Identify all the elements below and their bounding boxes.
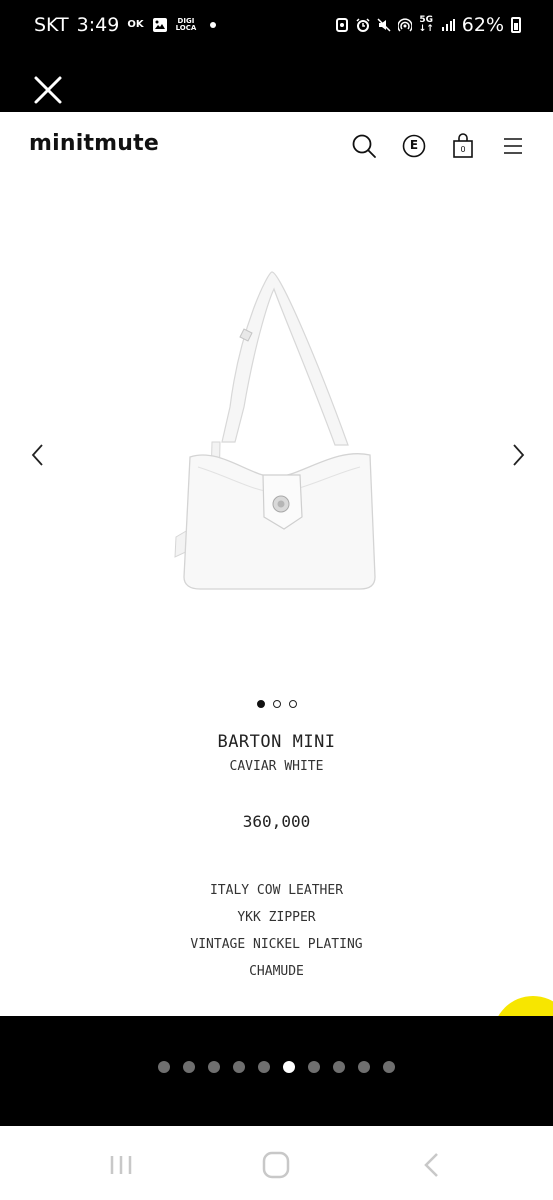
hotspot-icon: [397, 18, 412, 32]
chevron-left-icon[interactable]: [26, 437, 50, 473]
gallery-pagination-dot[interactable]: [208, 1061, 220, 1073]
gallery-pagination-dot[interactable]: [358, 1061, 370, 1073]
digi-bottom: LOCA: [175, 24, 197, 32]
network-label: 5G: [419, 15, 434, 25]
battery-icon: [511, 17, 521, 33]
gallery-icon: [152, 18, 167, 32]
product-details: ITALY COW LEATHER YKK ZIPPER VINTAGE NIC…: [0, 877, 553, 985]
gallery-pagination-dot[interactable]: [183, 1061, 195, 1073]
detail-item: ITALY COW LEATHER: [209, 883, 344, 898]
currency-label: E: [409, 138, 419, 152]
network-5g-icon: 5G ↓↑: [418, 15, 434, 34]
detail-item: CHAMUDE: [249, 964, 304, 979]
clock: 3:49: [76, 14, 120, 36]
search-icon[interactable]: [351, 133, 377, 159]
back-icon[interactable]: [415, 1148, 449, 1182]
currency-button[interactable]: E: [401, 133, 427, 159]
image-pagination-dot[interactable]: [256, 700, 265, 708]
chevron-right-icon[interactable]: [506, 437, 530, 473]
notification-dot-icon: [210, 22, 217, 28]
digi-loca-icon: DIGI LOCA: [176, 18, 197, 32]
product-name: BARTON MINI: [217, 732, 336, 752]
product-price: 360,000: [242, 812, 311, 831]
ok-cashbag-icon: OK: [127, 19, 144, 30]
image-pagination-dot[interactable]: [288, 700, 297, 708]
status-bar: SKT 3:49 OK DIGI LOCA 5G ↓↑ 62%: [0, 0, 553, 55]
carrier-label: SKT: [34, 14, 69, 36]
brand-logo[interactable]: minitmute: [29, 131, 159, 156]
system-nav-bar: [0, 1126, 553, 1200]
signal-icon: [441, 19, 455, 31]
product-color: CAVIAR WHITE: [229, 759, 324, 774]
gallery-bar: [0, 1016, 553, 1126]
gallery-pagination-dot[interactable]: [158, 1061, 170, 1073]
product-page: minitmute E 0 BARTON MINI CAVIAR WHITE 3…: [0, 112, 553, 1016]
gallery-pagination-dot[interactable]: [283, 1061, 295, 1073]
cart-button[interactable]: 0: [450, 133, 476, 159]
gallery-pagination-dot[interactable]: [233, 1061, 245, 1073]
detail-item: VINTAGE NICKEL PLATING: [190, 937, 363, 952]
status-left: SKT 3:49 OK DIGI LOCA: [34, 14, 217, 36]
recent-apps-icon[interactable]: [104, 1148, 138, 1182]
screenshot-icon: [335, 18, 348, 32]
menu-icon[interactable]: [501, 133, 527, 159]
gallery-pagination-dot[interactable]: [308, 1061, 320, 1073]
close-icon[interactable]: [32, 74, 64, 106]
gallery-pagination-dot[interactable]: [333, 1061, 345, 1073]
chat-fab-button[interactable]: [493, 996, 553, 1016]
gallery-pagination-dot[interactable]: [258, 1061, 270, 1073]
viewer-top-bar: [0, 55, 553, 112]
product-info: BARTON MINI CAVIAR WHITE 360,000 ITALY C…: [0, 732, 553, 985]
product-image: [174, 271, 376, 590]
image-pagination-dot[interactable]: [272, 700, 281, 708]
home-icon[interactable]: [259, 1148, 293, 1182]
image-pagination: [0, 700, 553, 708]
mute-icon: [377, 18, 391, 32]
battery-percent: 62%: [461, 14, 504, 36]
cart-count: 0: [460, 145, 466, 154]
detail-item: YKK ZIPPER: [237, 910, 316, 925]
site-header: minitmute E 0: [0, 112, 553, 182]
alarm-icon: [356, 18, 370, 32]
gallery-pagination-dot[interactable]: [383, 1061, 395, 1073]
gallery-pagination: [0, 1061, 553, 1073]
product-image-carousel[interactable]: [0, 182, 553, 708]
status-right: 5G ↓↑ 62%: [335, 14, 521, 36]
